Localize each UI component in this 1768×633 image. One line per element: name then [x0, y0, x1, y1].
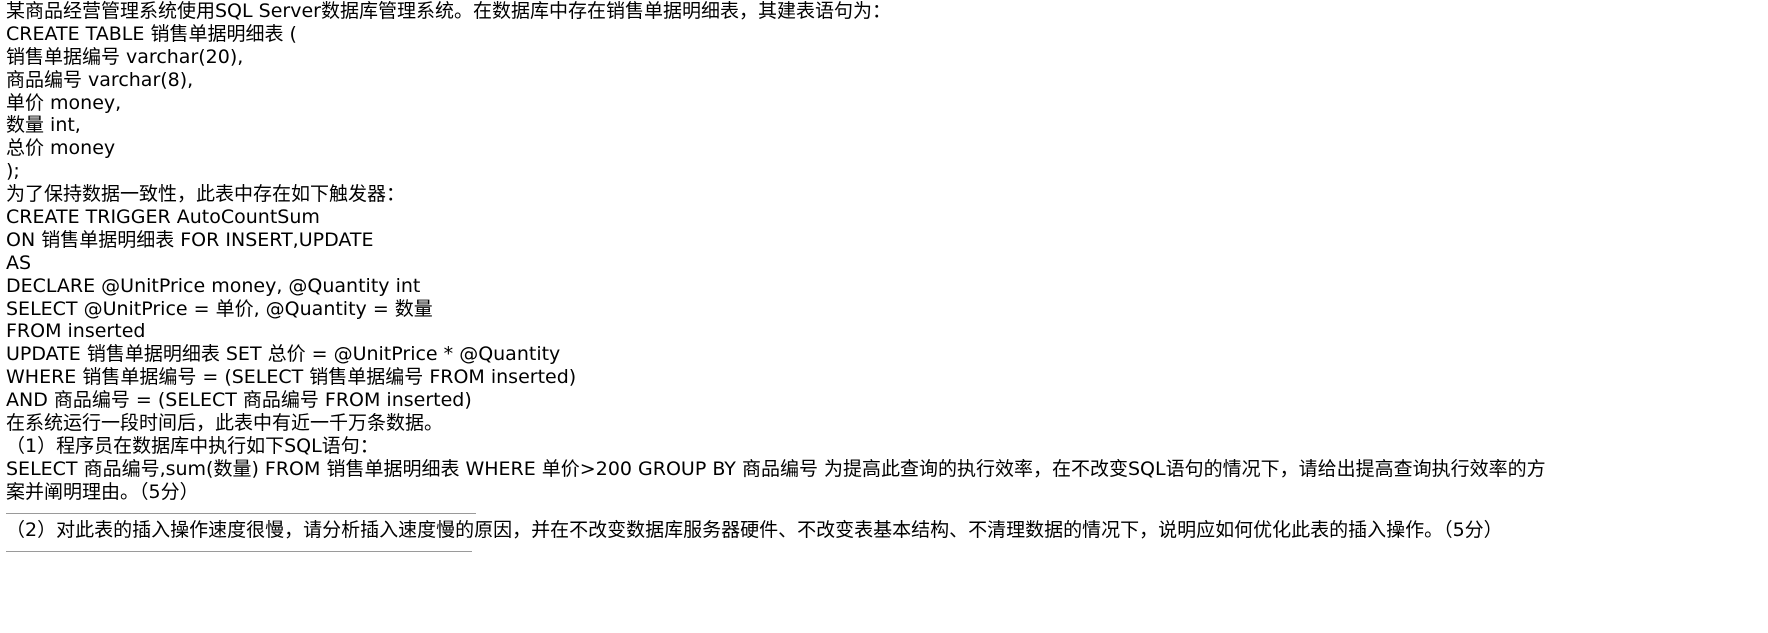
question-1-text: SELECT 商品编号,sum(数量) FROM 销售单据明细表 WHERE 单… [6, 457, 1546, 503]
document-body: 某商品经营管理系统使用SQL Server数据库管理系统。在数据库中存在销售单据… [6, 0, 1562, 552]
sql-line: SELECT @UnitPrice = 单价, @Quantity = 数量 [6, 297, 433, 320]
question-1-intro: （1）程序员在数据库中执行如下SQL语句： [6, 434, 379, 457]
sql-line: 数量 int, [6, 114, 81, 137]
sql-line: WHERE 销售单据编号 = (SELECT 销售单据编号 FROM inser… [6, 366, 577, 389]
intro-text: 某商品经营管理系统使用SQL Server数据库管理系统。在数据库中存在销售单据… [6, 0, 891, 22]
sql-line: 商品编号 varchar(8), [6, 68, 194, 91]
sql-line: FROM inserted [6, 320, 146, 343]
sql-line: AND 商品编号 = (SELECT 商品编号 FROM inserted) [6, 389, 472, 412]
sql-line: UPDATE 销售单据明细表 SET 总价 = @UnitPrice * @Qu… [6, 343, 561, 366]
sql-line: CREATE TRIGGER AutoCountSum [6, 206, 320, 229]
sql-line: AS [6, 251, 32, 274]
question-2-text: （2）对此表的插入操作速度很慢，请分析插入速度慢的原因，并在不改变数据库服务器硬… [6, 518, 1503, 541]
sql-line: 总价 money [6, 137, 116, 160]
trigger-statement: CREATE TRIGGER AutoCountSum ON 销售单据明细表 F… [6, 206, 1562, 412]
answer-field-1[interactable] [6, 505, 476, 514]
sql-line: CREATE TABLE 销售单据明细表 ( [6, 22, 297, 45]
sql-line: DECLARE @UnitPrice money, @Quantity int [6, 274, 421, 297]
sql-line: 单价 money, [6, 91, 122, 114]
context-text: 在系统运行一段时间后，此表中有近一千万条数据。 [6, 412, 444, 435]
trigger-intro-text: 为了保持数据一致性，此表中存在如下触发器： [6, 183, 406, 206]
create-table-statement: CREATE TABLE 销售单据明细表 ( 销售单据编号 varchar(20… [6, 23, 1562, 183]
sql-line: 销售单据编号 varchar(20), [6, 45, 244, 68]
sql-line: ON 销售单据明细表 FOR INSERT,UPDATE [6, 228, 374, 251]
sql-line: ); [6, 160, 20, 183]
answer-field-2[interactable] [6, 543, 472, 552]
